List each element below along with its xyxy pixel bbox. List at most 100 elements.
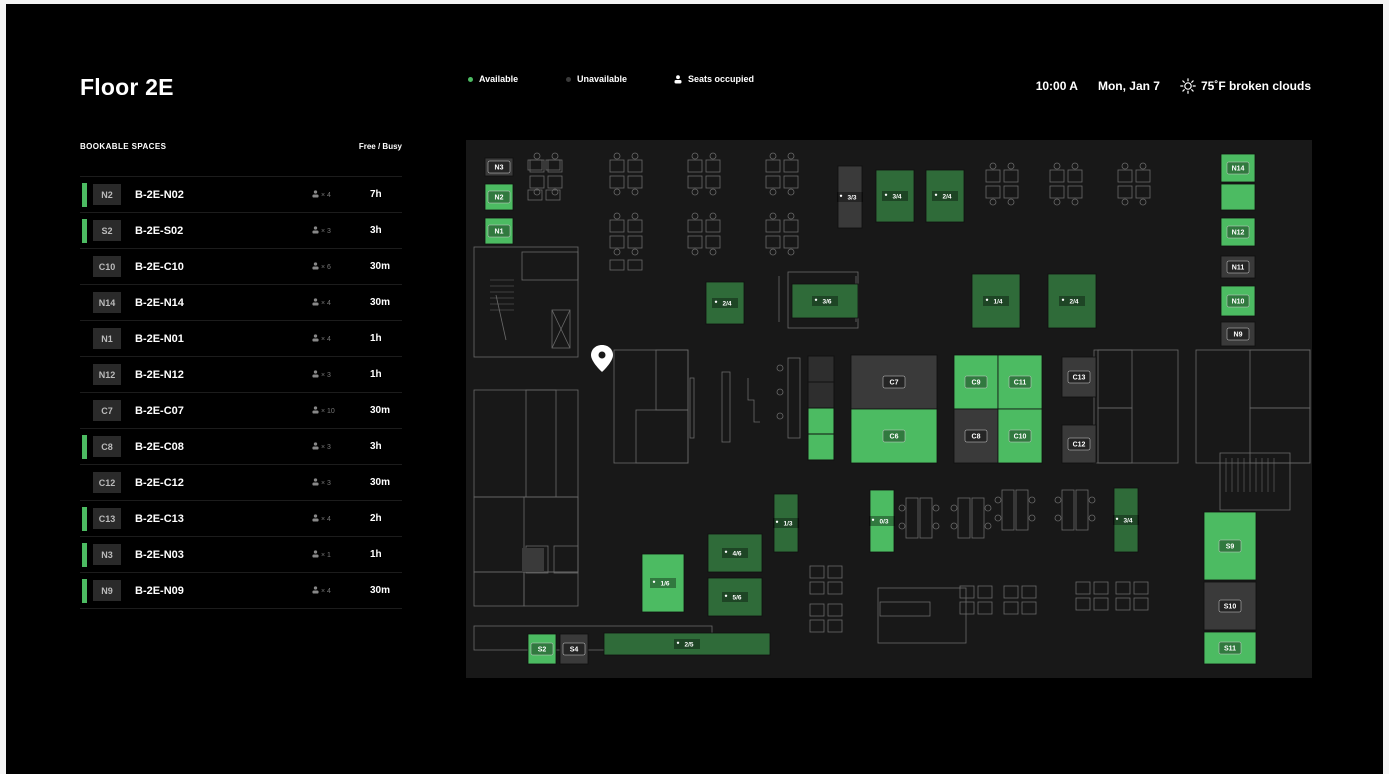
legend-seats-occupied: Seats occupied <box>674 74 754 84</box>
desk <box>627 159 643 173</box>
list-item[interactable]: N9 B-2E-N09 × 4 30m <box>80 572 402 609</box>
wall <box>877 587 967 644</box>
free-duration: 30m <box>370 405 391 416</box>
chair <box>1139 198 1147 206</box>
chair <box>989 198 997 206</box>
seat-count: 5/6 <box>732 595 741 602</box>
person-icon <box>724 594 728 597</box>
list-item[interactable]: N2 B-2E-N02 × 4 7h <box>80 176 402 212</box>
room-name: B-2E-C10 <box>135 260 184 273</box>
free-duration: 3h <box>370 225 382 236</box>
capacity-value: × 3 <box>320 228 331 235</box>
desk <box>1135 169 1151 183</box>
list-item[interactable]: N3 B-2E-N03 × 1 1h <box>80 536 402 572</box>
list-item[interactable]: C7 B-2E-C07 × 10 30m <box>80 392 402 428</box>
available-indicator <box>82 579 87 603</box>
desk <box>609 219 625 233</box>
room-code: C12 <box>93 472 121 493</box>
capacity: × 3 <box>312 370 331 379</box>
desk <box>547 175 563 189</box>
room-label: C11 <box>1014 380 1027 387</box>
list-item[interactable]: S2 B-2E-S02 × 3 3h <box>80 212 402 248</box>
chair <box>769 188 777 196</box>
desk <box>1003 169 1019 183</box>
list-item[interactable]: C13 B-2E-C13 × 4 2h <box>80 500 402 536</box>
room-name: B-2E-N03 <box>135 548 184 561</box>
wall <box>473 571 525 607</box>
desk <box>627 259 643 271</box>
list-heading: BOOKABLE SPACES <box>80 142 167 151</box>
desk <box>827 581 843 595</box>
list-item[interactable]: N12 B-2E-N12 × 3 1h <box>80 356 402 392</box>
wall <box>521 251 579 281</box>
capacity-value: × 4 <box>320 192 331 199</box>
person-icon <box>312 514 319 522</box>
desk <box>1135 185 1151 199</box>
desk <box>1067 185 1083 199</box>
seat-count: 4/6 <box>732 551 741 558</box>
free-busy-label: Free / Busy <box>358 142 402 151</box>
room-code: S2 <box>93 220 121 241</box>
room-code: N2 <box>93 184 121 205</box>
wall <box>635 409 689 464</box>
person-icon <box>312 334 319 342</box>
desk <box>827 603 843 617</box>
chair <box>769 212 777 220</box>
desk <box>1001 489 1015 531</box>
list-item[interactable]: C12 B-2E-C12 × 3 30m <box>80 464 402 500</box>
desk <box>827 619 843 633</box>
list-item[interactable]: N1 B-2E-N01 × 4 1h <box>80 320 402 356</box>
desk <box>1117 185 1133 199</box>
room-code: N3 <box>93 544 121 565</box>
date: Mon, Jan 7 <box>1097 79 1160 93</box>
list-item[interactable]: C8 B-2E-C08 × 3 3h <box>80 428 402 464</box>
chair <box>776 388 784 396</box>
desk <box>1021 601 1037 615</box>
room-block[interactable] <box>1220 183 1256 211</box>
capacity: × 4 <box>312 586 331 595</box>
location-pin-icon <box>598 351 606 359</box>
chair <box>1053 198 1061 206</box>
list-item[interactable]: C10 B-2E-C10 × 6 30m <box>80 248 402 284</box>
chair <box>1088 496 1096 504</box>
desk <box>765 175 781 189</box>
free-duration: 30m <box>370 585 391 596</box>
chair <box>950 504 958 512</box>
free-duration: 7h <box>370 189 382 200</box>
desk <box>705 175 721 189</box>
desk <box>783 219 799 233</box>
room-block[interactable] <box>807 407 835 435</box>
desk <box>977 585 993 599</box>
wall <box>1097 349 1133 409</box>
desk <box>529 175 545 189</box>
chair <box>631 212 639 220</box>
room-label: S2 <box>538 647 547 654</box>
capacity: × 6 <box>312 262 331 271</box>
available-indicator <box>82 543 87 567</box>
desk <box>687 175 703 189</box>
floor-plan[interactable]: N3 N2 N1 N14 N12 N11 N10 N9 C7 C6 C9 C11 C8 C10 C13 C12… <box>466 140 1312 678</box>
chair <box>691 152 699 160</box>
floor-map[interactable]: N3 N2 N1 N14 N12 N11 N10 N9 C7 C6 C9 C11 C8 C10 C13 C12… <box>466 140 1312 678</box>
available-indicator <box>82 435 87 459</box>
chair <box>1121 162 1129 170</box>
wall <box>1249 349 1311 409</box>
chair <box>709 188 717 196</box>
room-code: N12 <box>93 364 121 385</box>
wall <box>523 571 579 607</box>
seat-count: 3/4 <box>892 194 901 201</box>
desk <box>705 159 721 173</box>
room-label: N14 <box>1232 166 1245 173</box>
list-header: BOOKABLE SPACES Free / Busy <box>80 142 402 151</box>
room-block[interactable] <box>807 433 835 461</box>
desk <box>827 565 843 579</box>
desk <box>783 159 799 173</box>
capacity: × 4 <box>312 514 331 523</box>
free-duration: 3h <box>370 441 382 452</box>
list-item[interactable]: N14 B-2E-N14 × 4 30m <box>80 284 402 320</box>
wall <box>689 377 695 439</box>
capacity: × 4 <box>312 298 331 307</box>
room-label: C7 <box>890 380 899 387</box>
weather: 75˚F broken clouds <box>1180 78 1311 94</box>
person-icon <box>1061 298 1065 301</box>
